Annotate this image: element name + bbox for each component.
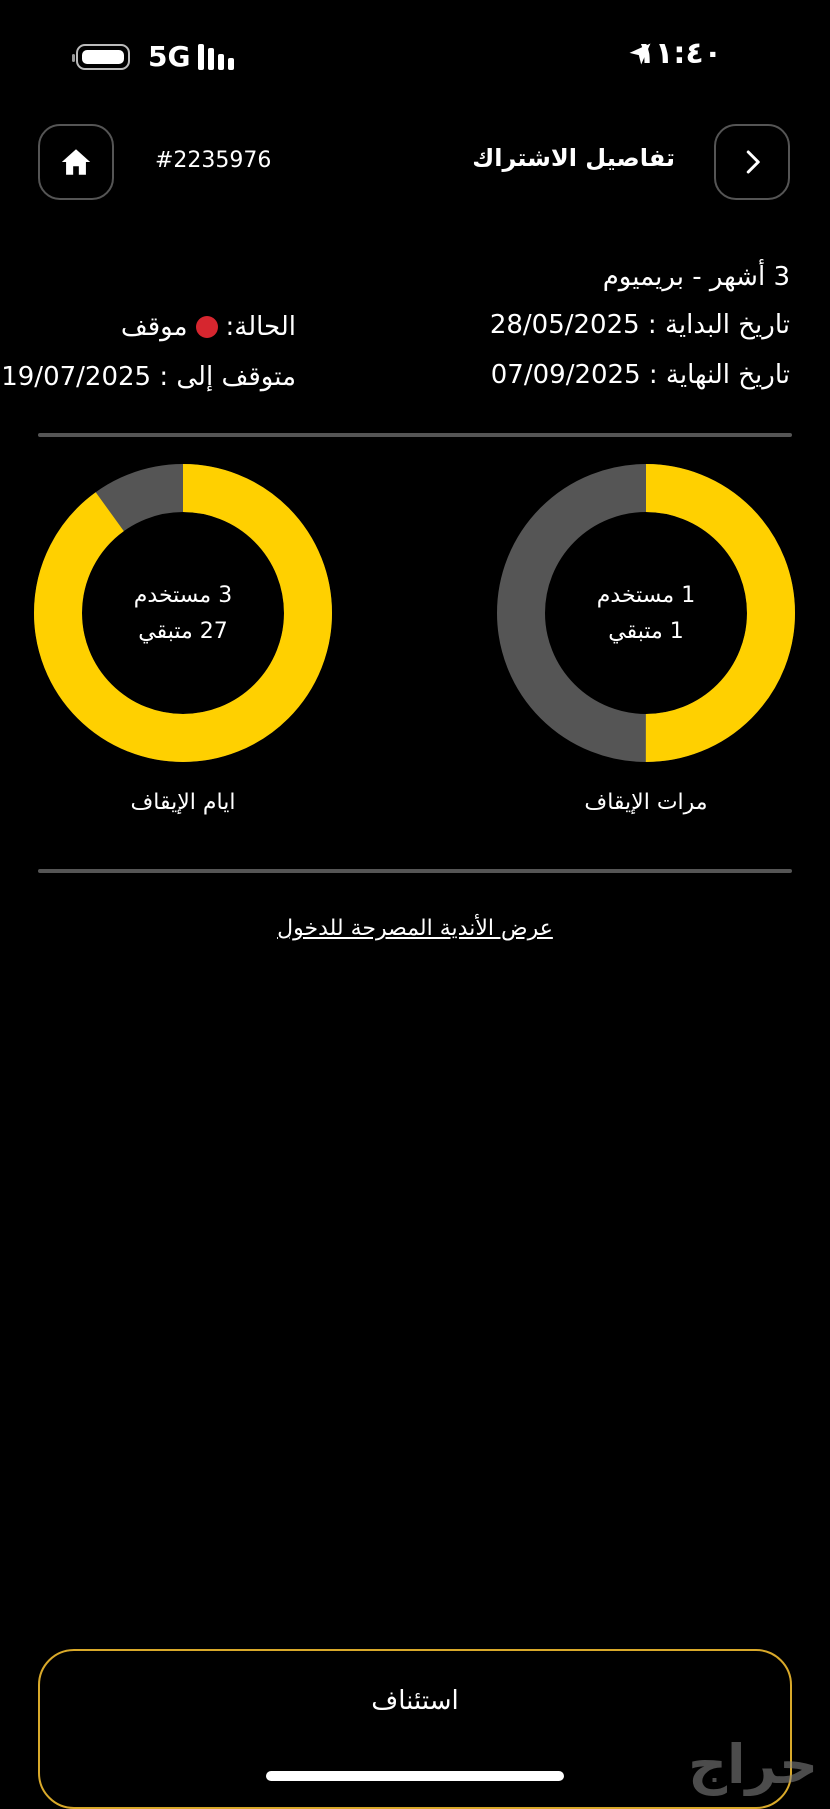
- divider: [38, 869, 792, 873]
- divider: [38, 433, 792, 437]
- back-button[interactable]: [714, 124, 790, 200]
- battery-icon: [72, 44, 130, 70]
- paused-until: متوقف إلى : 19/07/2025: [1, 362, 296, 392]
- freeze-times-used: 1 مستخدم: [596, 583, 696, 608]
- location-arrow-icon: [629, 43, 651, 65]
- status-row: الحالة: موقف: [121, 312, 296, 342]
- subscription-id: #2235976: [155, 148, 272, 173]
- home-button[interactable]: [38, 124, 114, 200]
- freeze-times-label: مرات الإيقاف: [584, 790, 708, 815]
- status-value: موقف: [120, 312, 188, 342]
- freeze-days-center: 3 مستخدم 27 متبقي: [33, 578, 333, 650]
- home-indicator: [266, 1771, 564, 1781]
- start-date: تاريخ البداية : 28/05/2025: [489, 310, 790, 340]
- page-title: تفاصيل الاشتراك: [472, 144, 675, 172]
- status-label: الحالة:: [225, 312, 296, 342]
- plan-name: 3 أشهر - بريميوم: [602, 262, 790, 292]
- home-icon: [61, 149, 91, 175]
- freeze-days-remaining: 27 متبقي: [138, 619, 228, 644]
- network-type: 5G: [148, 40, 191, 73]
- resume-button[interactable]: [38, 1649, 792, 1809]
- end-date: تاريخ النهاية : 07/09/2025: [490, 360, 790, 390]
- freeze-times-center: 1 مستخدم 1 متبقي: [496, 578, 796, 650]
- freeze-days-used: 3 مستخدم: [133, 583, 233, 608]
- chevron-right-icon: [746, 150, 760, 174]
- resume-button-label: استئناف: [371, 1686, 459, 1716]
- watermark-logo: حراج: [688, 1733, 818, 1796]
- status-dot-icon: [195, 316, 218, 338]
- signal-bars-icon: [198, 44, 234, 70]
- freeze-days-label: ايام الإيقاف: [130, 790, 236, 815]
- allowed-clubs-link[interactable]: عرض الأندية المصرحة للدخول: [0, 916, 830, 941]
- freeze-times-remaining: 1 متبقي: [608, 619, 684, 644]
